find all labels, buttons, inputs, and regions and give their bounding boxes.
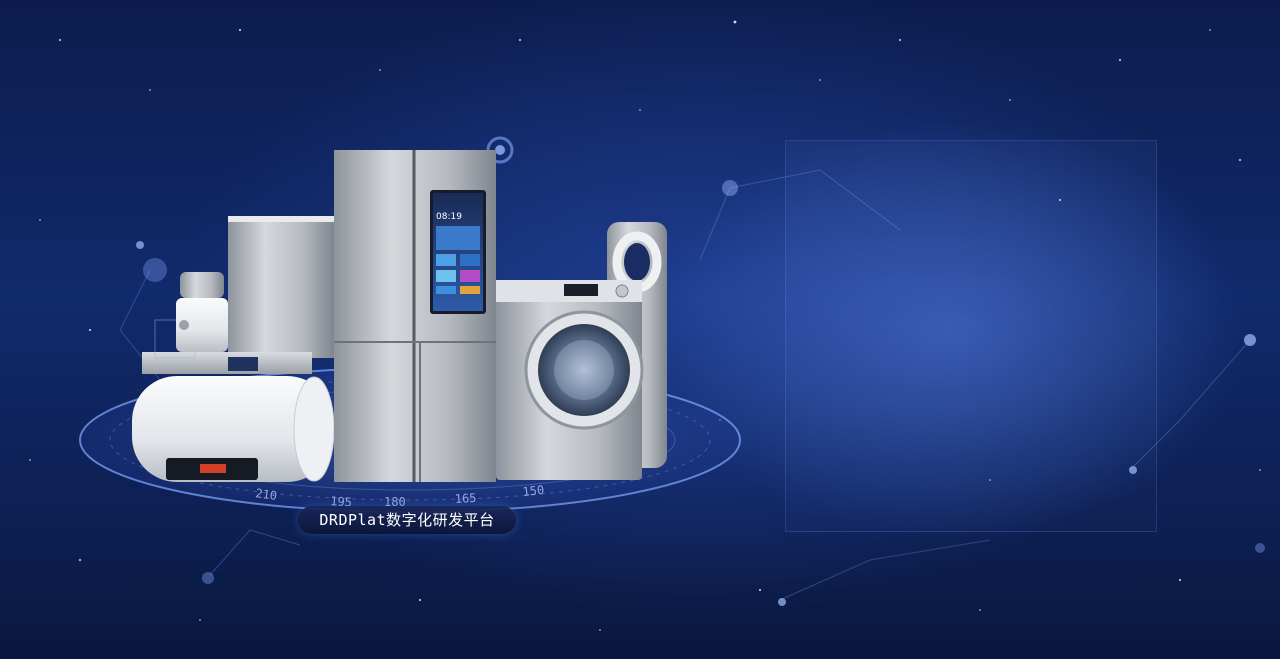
dial-tick: 165 <box>454 491 476 506</box>
refrigerator-icon: 08:19 <box>334 150 496 482</box>
range-hood-icon <box>142 216 334 374</box>
dial-tick: 210 <box>255 486 278 503</box>
dial-tick: 150 <box>522 483 545 499</box>
banner-illustration: 210 195 180 165 150 08:19 <box>29 20 1265 631</box>
water-heater-icon <box>132 376 335 482</box>
food-processor-icon <box>176 272 228 352</box>
fridge-time-display: 08:19 <box>436 212 462 222</box>
washing-machine-icon <box>496 280 644 480</box>
platform-caption: DRDPlat数字化研发平台 <box>298 506 516 534</box>
